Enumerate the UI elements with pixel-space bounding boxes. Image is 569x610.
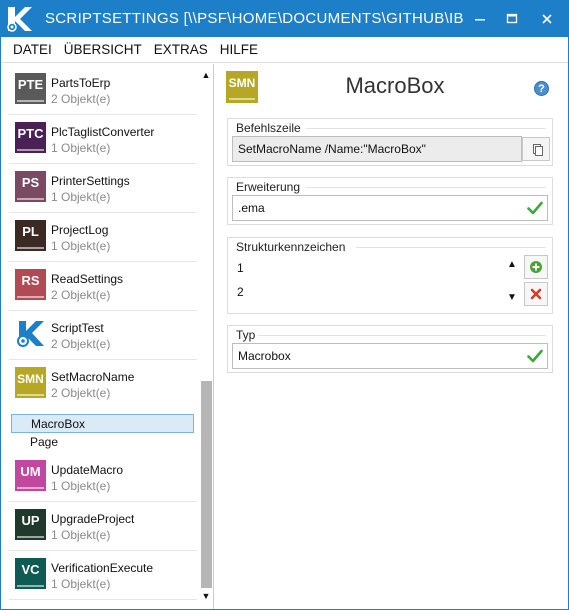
scroll-down-icon[interactable]: ▼ [201,591,211,601]
script-name: UpgradeProject [51,512,135,526]
strukturkennzeichen-label: Strukturkennzeichen [236,240,346,254]
erweiterung-field[interactable]: .ema [232,195,548,221]
menu-extras[interactable]: EXTRAS [148,37,214,63]
strukturkennzeichen-value[interactable]: 2 [237,285,244,299]
script-count: 2 Objekt(e) [51,288,111,302]
script-tile: SMN [15,367,46,398]
detail-panel: SMN MacroBox ? Befehlszeile SetMacroName… [215,64,568,609]
list-item[interactable]: PS PrinterSettings 1 Objekt(e) [9,164,197,213]
typ-field[interactable]: Macrobox [232,343,548,369]
detail-title: MacroBox [345,73,445,98]
title-bar[interactable]: SCRIPTSETTINGS [\\PSF\HOME\DOCUMENTS\GIT… [1,1,568,37]
script-count: 2 Objekt(e) [51,386,111,400]
group-typ: Typ Macrobox [227,325,553,373]
list-item[interactable]: PTE PartsToErp 2 Objekt(e) [9,66,197,115]
scroll-thumb[interactable] [201,381,212,588]
app-window: SCRIPTSETTINGS [\\PSF\HOME\DOCUMENTS\GIT… [0,0,569,610]
script-name: UpdateMacro [51,463,124,477]
typ-label: Typ [236,328,256,342]
script-tile: VC [15,558,46,589]
list-item[interactable]: SMN SetMacroName 2 Objekt(e) [9,360,197,408]
script-count: 1 Objekt(e) [51,528,111,542]
script-count: 1 Objekt(e) [51,479,111,493]
menu-uebersicht[interactable]: ÜBERSICHT [58,37,148,63]
erweiterung-label: Erweiterung [236,180,301,194]
minimize-icon[interactable] [468,7,492,31]
script-tile: PTE [15,73,46,104]
script-name: ReadSettings [51,272,124,286]
remove-icon [530,288,542,300]
script-name: PartsToErp [51,76,111,90]
script-name: ScriptTest [51,321,104,335]
copy-button[interactable] [522,137,550,161]
script-tile: PS [15,171,46,202]
copy-icon [533,144,543,156]
script-name: PlcTaglistConverter [51,125,155,139]
script-list-panel: PTE PartsToErp 2 Objekt(e) PTC PlcTaglis… [1,64,214,609]
script-count: 2 Objekt(e) [51,337,111,351]
list-item[interactable]: PTC PlcTaglistConverter 1 Objekt(e) [9,115,197,164]
scroll-up-icon[interactable]: ▲ [201,70,211,80]
list-item[interactable]: VC VerificationExecute 1 Objekt(e) [9,551,197,600]
script-tile: RS [15,269,46,300]
script-name: ProjectLog [51,223,109,237]
group-erweiterung: Erweiterung .ema [227,177,553,225]
add-icon [530,261,542,273]
script-tile: PL [15,220,46,251]
help-icon[interactable]: ? [534,81,549,96]
strukturkennzeichen-value[interactable]: 1 [237,261,244,275]
remove-button[interactable] [524,282,548,306]
script-tile: UP [15,509,46,540]
befehlszeile-label: Befehlszeile [236,121,301,135]
sub-item-macrobox[interactable]: MacroBox [11,414,194,433]
script-count: 1 Objekt(e) [51,141,111,155]
script-tile: PTC [15,122,46,153]
menu-hilfe[interactable]: HILFE [214,37,264,63]
befehlszeile-field[interactable]: SetMacroName /Name:"MacroBox" [232,136,522,162]
detail-tile: SMN [226,71,258,103]
menu-bar: DATEI ÜBERSICHT EXTRAS HILFE [1,37,568,63]
close-icon[interactable] [535,7,559,31]
list-item[interactable]: UM UpdateMacro 1 Objekt(e) [9,453,197,502]
maximize-icon[interactable] [500,7,524,31]
check-icon [527,201,543,215]
group-befehlszeile: Befehlszeile SetMacroName /Name:"MacroBo… [227,118,553,166]
script-count: 1 Objekt(e) [51,577,111,591]
list-item[interactable]: RS ReadSettings 2 Objekt(e) [9,262,197,311]
script-name: PrinterSettings [51,174,130,188]
list-scrollbar[interactable]: ▲ ▼ [199,64,213,609]
script-tile: UM [15,460,46,491]
check-icon [527,349,543,363]
sub-item-page[interactable]: Page [11,433,194,452]
list-item[interactable]: ScriptTest 2 Objekt(e) [9,311,197,360]
move-down-icon[interactable]: ▼ [506,293,518,303]
list-item[interactable]: UP UpgradeProject 1 Objekt(e) [9,502,197,551]
list-item[interactable]: PL ProjectLog 1 Objekt(e) [9,213,197,262]
move-up-icon[interactable]: ▲ [506,260,518,270]
menu-datei[interactable]: DATEI [1,37,58,63]
app-logo-icon [7,7,32,32]
add-button[interactable] [524,255,548,279]
group-strukturkennzeichen: Strukturkennzeichen 1 2 ▲ ▼ [227,237,553,314]
script-count: 2 Objekt(e) [51,92,111,106]
script-count: 1 Objekt(e) [51,190,111,204]
script-count: 1 Objekt(e) [51,239,111,253]
script-name: VerificationExecute [51,561,154,575]
app-logo-icon [15,318,46,349]
script-name: SetMacroName [51,370,135,384]
window-title: SCRIPTSETTINGS [\\PSF\HOME\DOCUMENTS\GIT… [45,10,465,27]
